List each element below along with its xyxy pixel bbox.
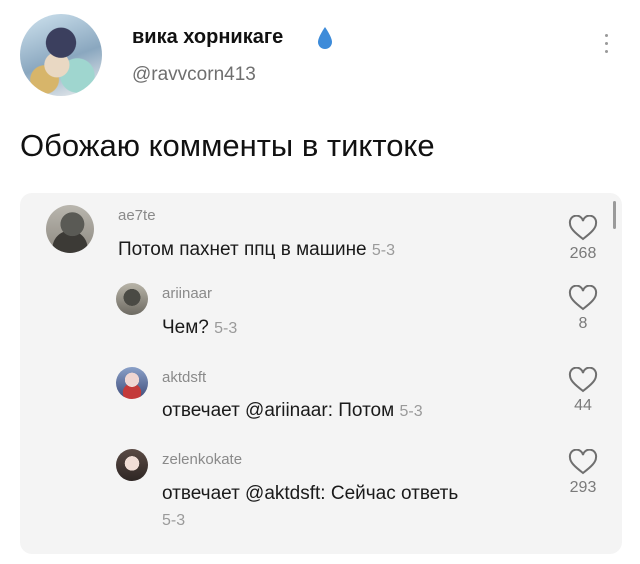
comment-text: отвечает @aktdsft: Сейчас ответь 5-3 bbox=[162, 481, 552, 534]
comment-body: отвечает @ariinaar: Потом bbox=[162, 400, 395, 421]
heart-icon bbox=[568, 285, 598, 311]
like-count: 268 bbox=[569, 245, 597, 262]
author-display-name[interactable]: вика хорникаге bbox=[132, 26, 283, 49]
like-button[interactable]: 268 bbox=[563, 215, 603, 263]
comment-date: 5-3 bbox=[214, 320, 238, 337]
comment-text: Чем? 5-3 bbox=[162, 315, 237, 342]
like-button[interactable]: 293 bbox=[563, 449, 603, 497]
commenter-avatar[interactable] bbox=[46, 205, 94, 253]
commenter-avatar[interactable] bbox=[116, 367, 148, 399]
comment-username[interactable]: aktdsft bbox=[162, 369, 206, 386]
heart-icon bbox=[568, 367, 598, 393]
droplet-icon bbox=[318, 27, 332, 49]
comment-username[interactable]: ariinaar bbox=[162, 285, 212, 302]
comment-body: Чем? bbox=[162, 317, 209, 338]
comment-text: отвечает @ariinaar: Потом 5-3 bbox=[162, 398, 423, 425]
like-count: 44 bbox=[574, 397, 592, 414]
embedded-screenshot: ae7te Потом пахнет ппц в машине 5-3 268 … bbox=[20, 193, 622, 554]
comment-username[interactable]: ae7te bbox=[118, 207, 156, 224]
post-text: Обожаю комменты в тиктоке bbox=[20, 128, 435, 163]
like-button[interactable]: 44 bbox=[563, 367, 603, 415]
commenter-avatar[interactable] bbox=[116, 283, 148, 315]
commenter-avatar[interactable] bbox=[116, 449, 148, 481]
comment-body: Потом пахнет ппц в машине bbox=[118, 239, 367, 260]
like-count: 8 bbox=[578, 315, 588, 332]
comment-username[interactable]: zelenkokate bbox=[162, 451, 242, 468]
scrollbar bbox=[613, 201, 616, 229]
comment-date: 5-3 bbox=[371, 242, 396, 259]
like-button[interactable]: 8 bbox=[563, 285, 603, 333]
more-options-icon[interactable] bbox=[603, 34, 609, 58]
heart-icon bbox=[568, 215, 598, 241]
comment-body: отвечает @aktdsft: Сейчас ответь bbox=[162, 483, 459, 504]
author-handle[interactable]: @ravvcorn413 bbox=[132, 64, 256, 86]
comment-text: Потом пахнет ппц в машине 5-3 bbox=[118, 237, 395, 264]
author-avatar[interactable] bbox=[20, 14, 102, 96]
comment-date: 5-3 bbox=[399, 403, 423, 420]
heart-icon bbox=[568, 449, 598, 475]
comment-date: 5-3 bbox=[162, 512, 186, 529]
like-count: 293 bbox=[569, 479, 597, 496]
post-header: вика хорникаге @ravvcorn413 bbox=[20, 14, 620, 104]
